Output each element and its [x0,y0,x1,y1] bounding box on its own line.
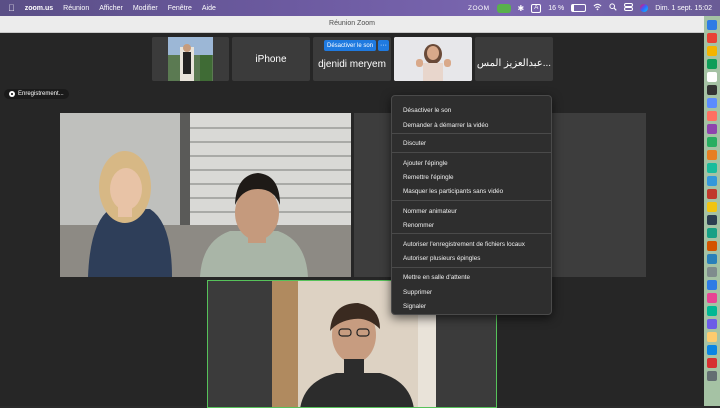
dock-app-icon[interactable] [707,20,717,30]
menu-item-allow-local-recording[interactable]: Autoriser l'enregistrement de fichiers l… [403,239,525,250]
dock [704,16,720,406]
dock-app-icon[interactable] [707,98,717,108]
dock-app-icon[interactable] [707,150,717,160]
dock-app-icon[interactable] [707,228,717,238]
menu-item-rename[interactable]: Renommer [403,220,434,231]
dock-app-icon[interactable] [707,254,717,264]
mute-button-label: Désactiver le son [327,42,374,49]
menu-separator [392,200,551,201]
mute-participant-button[interactable]: Désactiver le son [324,40,377,51]
dock-app-icon[interactable] [707,124,717,134]
menu-fenetre[interactable]: Fenêtre [168,5,192,12]
dock-app-icon[interactable] [707,319,717,329]
participant-video [394,37,472,81]
battery-icon[interactable] [571,4,587,12]
record-icon [9,91,15,97]
menu-separator [392,152,551,153]
dock-app-icon[interactable] [707,33,717,43]
dock-app-icon[interactable] [707,202,717,212]
dock-app-icon[interactable] [707,241,717,251]
menu-modifier[interactable]: Modifier [133,5,158,12]
zoom-label[interactable]: ZOOM [468,5,490,12]
menu-item-allow-multipin[interactable]: Autoriser plusieurs épingles [403,253,480,264]
participant-name: djenidi meryem [318,58,386,70]
dock-app-icon[interactable] [707,358,717,368]
menu-item-waiting-room[interactable]: Mettre en salle d'attente [403,272,470,283]
dock-app-icon[interactable] [707,280,717,290]
wifi-icon[interactable] [593,3,602,13]
recording-indicator[interactable]: Enregistrement... [4,89,69,99]
apple-icon[interactable]:  [8,0,15,16]
menu-item-chat[interactable]: Discuter [403,138,426,149]
bluetooth-icon[interactable]: ✱ [518,4,525,13]
menubar-datetime[interactable]: Dim. 1 sept. 15:02 [655,5,712,12]
participant-name: عبدالعزيز المس... [476,57,552,69]
dock-app-icon[interactable] [707,163,717,173]
window-title-bar: Réunion Zoom [0,16,704,33]
dock-app-icon[interactable] [707,176,717,186]
dock-app-icon[interactable] [707,85,717,95]
menu-separator [392,133,551,134]
participant-thumbnail[interactable] [152,37,229,81]
participant-video [152,37,229,81]
dock-app-icon[interactable] [707,46,717,56]
dock-app-icon[interactable] [707,345,717,355]
menu-item-make-host[interactable]: Nommer animateur [403,206,457,217]
battery-percent: 16 % [548,4,565,12]
control-center-icon[interactable] [624,3,634,13]
menu-app-name[interactable]: zoom.us [25,5,53,12]
dock-app-icon[interactable] [707,371,717,381]
participant-name: iPhone [255,53,287,65]
menu-separator [392,267,551,268]
dock-app-icon[interactable] [707,332,717,342]
participant-thumbnail-arabic[interactable]: عبدالعزيز المس... [475,37,553,81]
menu-afficher[interactable]: Afficher [99,5,123,12]
menu-item-mute[interactable]: Désactiver le son [403,105,451,116]
dock-app-icon[interactable] [707,59,717,69]
menu-reunion[interactable]: Réunion [63,5,89,12]
meeting-view: iPhone djenidi meryem Désactiver le son … [0,33,704,408]
menu-item-report[interactable]: Signaler [403,301,426,312]
input-source-icon[interactable]: A [531,3,542,13]
menu-aide[interactable]: Aide [202,5,216,12]
recording-label: Enregistrement... [18,91,64,97]
menu-item-replace-pin[interactable]: Remettre l'épingle [403,172,454,183]
participant-thumbnail-iphone[interactable]: iPhone [232,37,310,81]
participant-video [60,113,351,277]
dock-app-icon[interactable] [707,267,717,277]
menu-item-hide-non-video[interactable]: Masquer les participants sans vidéo [403,186,503,197]
video-tile-couple[interactable] [60,113,351,277]
menu-item-add-pin[interactable]: Ajouter l'épingle [403,158,448,169]
siri-icon[interactable] [640,4,649,12]
dock-app-icon[interactable] [707,137,717,147]
participant-thumbnail[interactable] [394,37,472,81]
dock-app-icon[interactable] [707,111,717,121]
participant-context-menu: Désactiver le son Demander à démarrer la… [391,95,552,315]
dock-app-icon[interactable] [707,189,717,199]
menu-item-remove[interactable]: Supprimer [403,287,432,298]
window-title: Réunion Zoom [329,20,375,27]
menu-separator [392,233,551,234]
dock-app-icon[interactable] [707,293,717,303]
macos-menu-bar:  zoom.us Réunion Afficher Modifier Fenê… [0,0,720,16]
menu-item-ask-start-video[interactable]: Demander à démarrer la vidéo [403,120,488,131]
more-icon[interactable]: ··· [378,40,389,51]
dock-app-icon[interactable] [707,306,717,316]
dock-app-icon[interactable] [707,72,717,82]
zoom-status-icon[interactable] [496,3,511,13]
search-icon[interactable] [609,3,617,13]
dock-app-icon[interactable] [707,215,717,225]
